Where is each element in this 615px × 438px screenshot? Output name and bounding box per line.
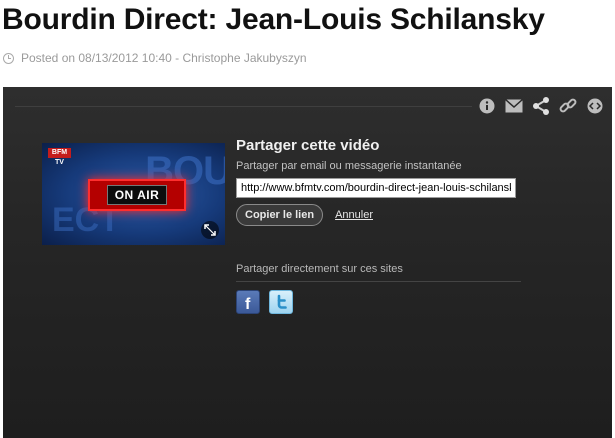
post-meta: Posted on 08/13/2012 10:40 - Christophe … bbox=[3, 51, 307, 65]
direct-share-label: Partager directement sur ces sites bbox=[236, 263, 521, 282]
facebook-icon[interactable]: f bbox=[236, 290, 260, 314]
email-icon[interactable] bbox=[505, 97, 523, 115]
cancel-link[interactable]: Annuler bbox=[335, 209, 373, 221]
expand-icon[interactable] bbox=[201, 221, 219, 239]
toolbar-divider bbox=[15, 106, 472, 107]
share-url-field[interactable] bbox=[236, 178, 516, 198]
copy-link-button[interactable]: Copier le lien bbox=[236, 204, 324, 226]
info-icon[interactable] bbox=[478, 97, 496, 115]
onair-text: ON AIR bbox=[106, 185, 168, 205]
share-panel: Partager cette vidéo Partager par email … bbox=[236, 137, 521, 314]
svg-text:f: f bbox=[245, 296, 251, 310]
video-player: BOU ECT BFM TV ON AIR Partager cette vid… bbox=[3, 87, 612, 438]
clock-icon bbox=[3, 52, 14, 64]
twitter-icon[interactable] bbox=[269, 290, 293, 314]
channel-logo: BFM TV bbox=[48, 148, 71, 166]
player-toolbar bbox=[478, 97, 604, 115]
embed-icon[interactable] bbox=[586, 97, 604, 115]
page-title: Bourdin Direct: Jean-Louis Schilansky bbox=[2, 3, 545, 36]
share-icon[interactable] bbox=[532, 97, 550, 115]
post-meta-text: Posted on 08/13/2012 10:40 - Christophe … bbox=[21, 51, 307, 65]
video-thumbnail[interactable]: BOU ECT BFM TV ON AIR bbox=[42, 143, 225, 245]
link-icon[interactable] bbox=[559, 97, 577, 115]
onair-banner: ON AIR bbox=[88, 179, 186, 211]
share-subheading: Partager par email ou messagerie instant… bbox=[236, 160, 462, 172]
social-share-list: f bbox=[236, 290, 521, 314]
share-actions: Copier le lien Annuler bbox=[236, 204, 521, 226]
share-heading: Partager cette vidéo bbox=[236, 137, 380, 154]
